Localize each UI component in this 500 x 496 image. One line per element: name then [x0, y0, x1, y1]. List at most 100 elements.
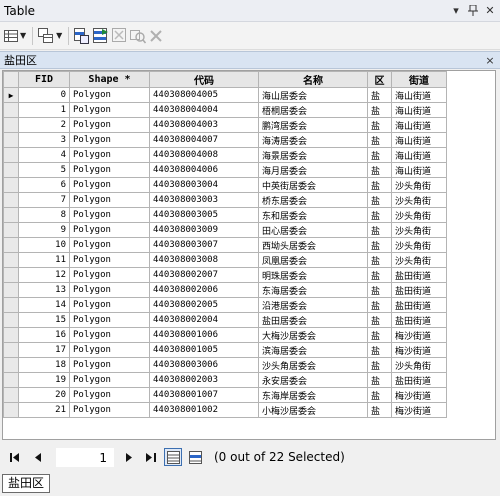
cell-fid[interactable]: 4 [18, 147, 70, 163]
dropdown-arrow-icon[interactable]: ▼ [56, 31, 62, 40]
cell-fid[interactable]: 12 [18, 267, 70, 283]
show-all-records-button[interactable] [164, 448, 182, 466]
table-row[interactable]: 5 Polygon 440308004006 海月居委会盐海山街道 [3, 162, 447, 178]
cell-fid[interactable]: 14 [18, 297, 70, 313]
row-selector[interactable] [3, 207, 19, 223]
cell-code[interactable]: 440308001002 [149, 402, 259, 418]
row-selector[interactable] [3, 237, 19, 253]
zoom-to-selected-button[interactable] [130, 26, 147, 46]
cell-shape[interactable]: Polygon [69, 327, 150, 343]
cell-district[interactable]: 盐 [367, 102, 392, 118]
column-header-shape[interactable]: Shape * [69, 71, 150, 88]
cell-street[interactable]: 盐田街道 [391, 267, 447, 283]
cell-fid[interactable]: 7 [18, 192, 70, 208]
cell-code[interactable]: 440308001005 [149, 342, 259, 358]
cell-code[interactable]: 440308004007 [149, 132, 259, 148]
cell-street[interactable]: 海山街道 [391, 162, 447, 178]
cell-fid[interactable]: 21 [18, 402, 70, 418]
row-selector[interactable] [3, 372, 19, 388]
table-row[interactable]: 16 Polygon 440308001006 大梅沙居委会盐梅沙街道 [3, 327, 447, 343]
cell-district[interactable]: 盐 [367, 282, 392, 298]
cell-shape[interactable]: Polygon [69, 117, 150, 133]
row-selector[interactable] [3, 267, 19, 283]
cell-district[interactable]: 盐 [367, 237, 392, 253]
cell-district[interactable]: 盐 [367, 192, 392, 208]
row-selector[interactable] [3, 282, 19, 298]
last-record-button[interactable] [142, 448, 160, 466]
row-selector[interactable] [3, 192, 19, 208]
cell-shape[interactable]: Polygon [69, 267, 150, 283]
table-row[interactable]: 10 Polygon 440308003007 西坳头居委会盐沙头角街 [3, 237, 447, 253]
table-row[interactable]: 4 Polygon 440308004008 海景居委会盐海山街道 [3, 147, 447, 163]
cell-name[interactable]: 明珠居委会 [258, 267, 368, 283]
row-selector[interactable] [3, 402, 19, 418]
close-icon[interactable]: ✕ [483, 4, 497, 18]
table-row[interactable]: 8 Polygon 440308003005 东和居委会盐沙头角街 [3, 207, 447, 223]
cell-fid[interactable]: 16 [18, 327, 70, 343]
cell-shape[interactable]: Polygon [69, 102, 150, 118]
cell-district[interactable]: 盐 [367, 132, 392, 148]
cell-shape[interactable]: Polygon [69, 372, 150, 388]
cell-code[interactable]: 440308004008 [149, 147, 259, 163]
cell-fid[interactable]: 6 [18, 177, 70, 193]
cell-street[interactable]: 盐田街道 [391, 297, 447, 313]
cell-code[interactable]: 440308004006 [149, 162, 259, 178]
cell-code[interactable]: 440308004003 [149, 117, 259, 133]
cell-name[interactable]: 梧桐居委会 [258, 102, 368, 118]
cell-shape[interactable]: Polygon [69, 147, 150, 163]
cell-code[interactable]: 440308003006 [149, 357, 259, 373]
cell-shape[interactable]: Polygon [69, 222, 150, 238]
cell-street[interactable]: 沙头角街 [391, 237, 447, 253]
cell-code[interactable]: 440308002004 [149, 312, 259, 328]
cell-district[interactable]: 盐 [367, 267, 392, 283]
cell-shape[interactable]: Polygon [69, 162, 150, 178]
cell-street[interactable]: 盐田街道 [391, 312, 447, 328]
cell-street[interactable]: 海山街道 [391, 132, 447, 148]
cell-code[interactable]: 440308002006 [149, 282, 259, 298]
table-row[interactable]: 9 Polygon 440308003009 田心居委会盐沙头角街 [3, 222, 447, 238]
cell-district[interactable]: 盐 [367, 387, 392, 403]
cell-code[interactable]: 440308002003 [149, 372, 259, 388]
cell-district[interactable]: 盐 [367, 117, 392, 133]
column-header-district[interactable]: 区 [367, 71, 392, 88]
pin-icon[interactable] [466, 4, 480, 18]
row-selector[interactable] [3, 357, 19, 373]
cell-fid[interactable]: 17 [18, 342, 70, 358]
row-selector[interactable]: ▶ [3, 87, 19, 103]
row-selector[interactable] [3, 177, 19, 193]
cell-name[interactable]: 田心居委会 [258, 222, 368, 238]
row-selector[interactable] [3, 327, 19, 343]
table-row[interactable]: 7 Polygon 440308003003 桥东居委会盐沙头角街 [3, 192, 447, 208]
cell-district[interactable]: 盐 [367, 222, 392, 238]
table-row[interactable]: 18 Polygon 440308003006 沙头角居委会盐沙头角街 [3, 357, 447, 373]
cell-shape[interactable]: Polygon [69, 297, 150, 313]
cell-district[interactable]: 盐 [367, 177, 392, 193]
cell-name[interactable]: 沙头角居委会 [258, 357, 368, 373]
column-header-fid[interactable]: FID [18, 71, 70, 88]
cell-shape[interactable]: Polygon [69, 87, 150, 103]
attribute-table[interactable]: FID Shape * 代码 名称 区 街道 ▶ 0 Polygon 44030800… [2, 70, 496, 440]
cell-district[interactable]: 盐 [367, 372, 392, 388]
cell-street[interactable]: 沙头角街 [391, 177, 447, 193]
cell-street[interactable]: 海山街道 [391, 102, 447, 118]
row-selector[interactable] [3, 162, 19, 178]
cell-name[interactable]: 东和居委会 [258, 207, 368, 223]
cell-street[interactable]: 沙头角街 [391, 252, 447, 268]
cell-code[interactable]: 440308003007 [149, 237, 259, 253]
cell-fid[interactable]: 11 [18, 252, 70, 268]
cell-fid[interactable]: 0 [18, 87, 70, 103]
cell-name[interactable]: 海月居委会 [258, 162, 368, 178]
row-selector[interactable] [3, 387, 19, 403]
cell-street[interactable]: 沙头角街 [391, 222, 447, 238]
cell-shape[interactable]: Polygon [69, 282, 150, 298]
cell-district[interactable]: 盐 [367, 357, 392, 373]
cell-shape[interactable]: Polygon [69, 402, 150, 418]
table-row[interactable]: 12 Polygon 440308002007 明珠居委会盐盐田街道 [3, 267, 447, 283]
cell-district[interactable]: 盐 [367, 87, 392, 103]
cell-name[interactable]: 海涛居委会 [258, 132, 368, 148]
row-selector[interactable] [3, 252, 19, 268]
row-selector[interactable] [3, 312, 19, 328]
cell-fid[interactable]: 3 [18, 132, 70, 148]
first-record-button[interactable] [6, 448, 24, 466]
table-row[interactable]: 17 Polygon 440308001005 滨海居委会盐梅沙街道 [3, 342, 447, 358]
